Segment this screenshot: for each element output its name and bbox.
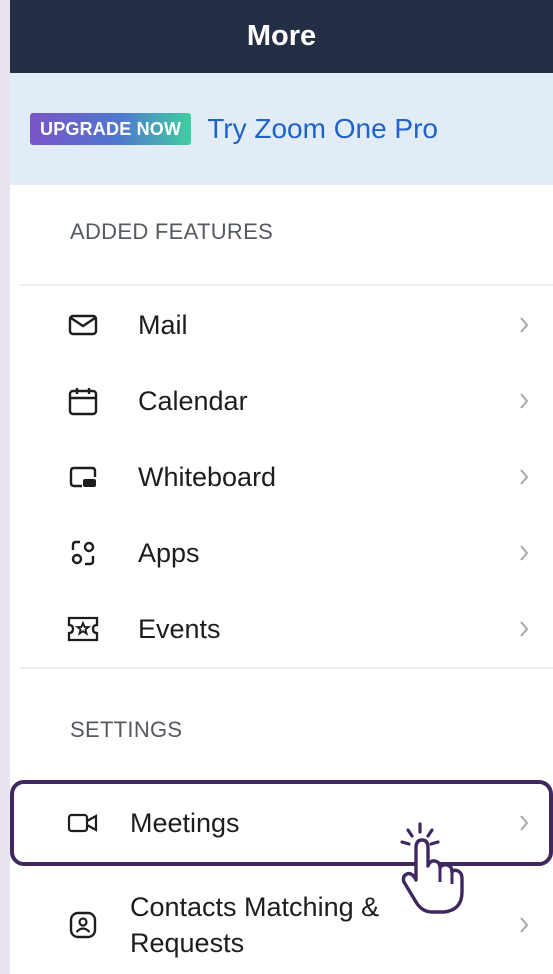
mail-icon	[66, 308, 100, 342]
chevron-right-icon	[517, 391, 531, 411]
upgrade-banner[interactable]: UPGRADE NOW Try Zoom One Pro	[10, 73, 553, 185]
chevron-right-icon	[517, 543, 531, 563]
events-icon	[66, 612, 100, 646]
tap-hand-icon	[392, 818, 468, 918]
section-header-settings: SETTINGS	[70, 717, 183, 742]
upgrade-now-badge[interactable]: UPGRADE NOW	[30, 113, 192, 145]
apps-icon	[66, 536, 100, 570]
video-camera-icon	[66, 806, 100, 840]
chevron-right-icon	[517, 467, 531, 487]
chevron-right-icon	[517, 619, 531, 639]
contacts-icon	[66, 908, 100, 942]
menu-item-contacts-matching[interactable]: Contacts Matching & Requests	[10, 876, 553, 974]
menu-item-mail[interactable]: Mail	[10, 287, 553, 363]
more-screen: More UPGRADE NOW Try Zoom One Pro ADDED …	[10, 0, 553, 974]
menu-item-events[interactable]: Events	[10, 591, 553, 667]
menu-item-calendar[interactable]: Calendar	[10, 363, 553, 439]
menu-item-label: Events	[138, 613, 221, 644]
divider	[20, 667, 553, 669]
menu-item-label: Calendar	[138, 385, 248, 416]
page-title: More	[246, 20, 317, 52]
section-header-added-features: ADDED FEATURES	[70, 219, 274, 244]
whiteboard-icon	[66, 460, 100, 494]
chevron-right-icon	[517, 315, 531, 335]
top-bar: More	[10, 0, 553, 73]
chevron-right-icon	[517, 813, 531, 833]
menu-item-meetings[interactable]: Meetings	[10, 785, 553, 861]
menu-item-whiteboard[interactable]: Whiteboard	[10, 439, 553, 515]
try-zoom-one-pro-link[interactable]: Try Zoom One Pro	[207, 113, 438, 145]
menu-item-label: Meetings	[130, 807, 240, 838]
menu-item-label: Whiteboard	[138, 461, 277, 492]
divider	[20, 284, 553, 286]
menu-item-label: Apps	[138, 537, 200, 568]
calendar-icon	[66, 384, 100, 418]
menu-item-apps[interactable]: Apps	[10, 515, 553, 591]
chevron-right-icon	[517, 915, 531, 935]
menu-item-label: Mail	[138, 309, 188, 340]
